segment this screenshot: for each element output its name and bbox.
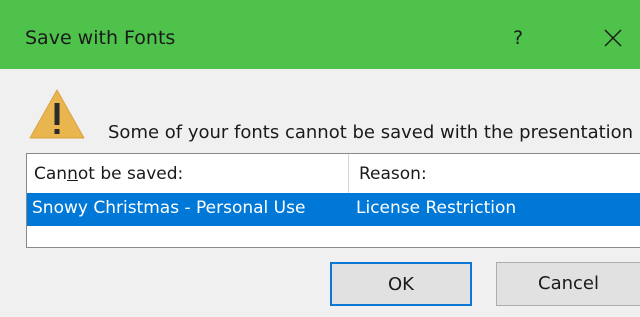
list-header: Cannot be saved: Reason:: [27, 154, 640, 193]
close-icon: [604, 29, 622, 47]
font-list[interactable]: Cannot be saved: Reason: Snowy Christmas…: [26, 153, 640, 248]
cancel-button[interactable]: Cancel: [496, 262, 640, 306]
column-header-reason[interactable]: Reason:: [359, 164, 427, 184]
column-header-label-suffix: ot be saved:: [77, 164, 184, 184]
warning-message: Some of your fonts cannot be saved with …: [108, 122, 634, 143]
column-header-label-accesskey: n: [67, 164, 78, 184]
warning-icon: [29, 89, 85, 139]
column-header-label-prefix: Can: [34, 164, 68, 184]
help-button[interactable]: ?: [500, 20, 536, 56]
reason-cell: License Restriction: [356, 198, 517, 218]
column-header-cannot-be-saved[interactable]: Cannot be saved:: [34, 164, 183, 184]
font-name-cell: Snowy Christmas - Personal Use: [32, 198, 306, 218]
title-bar: Save with Fonts ?: [0, 0, 640, 69]
column-separator[interactable]: [348, 154, 349, 193]
save-with-fonts-dialog: Save with Fonts ? Some of your fonts can…: [0, 0, 640, 317]
ok-button[interactable]: OK: [330, 262, 472, 306]
help-icon: ?: [512, 27, 524, 49]
close-button[interactable]: [595, 20, 631, 56]
list-item[interactable]: Snowy Christmas - Personal Use License R…: [27, 193, 640, 226]
dialog-title: Save with Fonts: [25, 27, 176, 49]
